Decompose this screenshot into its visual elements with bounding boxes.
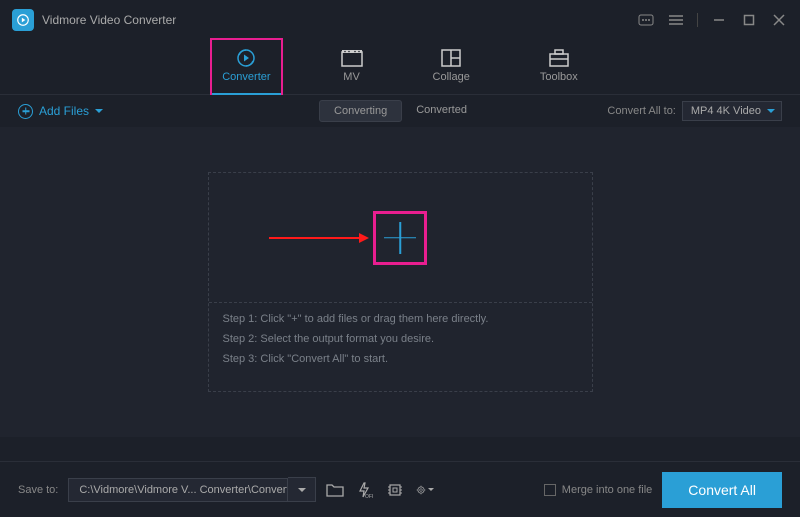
settings-button[interactable] bbox=[416, 481, 434, 499]
tab-label: MV bbox=[343, 71, 360, 83]
open-folder-button[interactable] bbox=[326, 481, 344, 499]
hardware-accel-button[interactable]: OFF bbox=[356, 481, 374, 499]
output-format-select[interactable]: MP4 4K Video bbox=[682, 101, 782, 121]
toolbar: Add Files Converting Converted Convert A… bbox=[0, 95, 800, 127]
sub-tabs: Converting Converted bbox=[319, 100, 481, 122]
mv-icon bbox=[341, 49, 363, 67]
format-value: MP4 4K Video bbox=[691, 105, 761, 117]
main-tabs: Converter MV Collage Toolbox bbox=[0, 40, 800, 95]
toolbox-icon bbox=[548, 49, 570, 67]
step-1-text: Step 1: Click "+" to add files or drag t… bbox=[223, 313, 578, 325]
add-file-plus-button[interactable] bbox=[373, 211, 427, 265]
chevron-down-icon bbox=[95, 109, 103, 113]
convert-all-to-label: Convert All to: bbox=[607, 105, 675, 117]
save-path-text: C:\Vidmore\Vidmore V... Converter\Conver… bbox=[68, 478, 288, 502]
plus-circle-icon bbox=[18, 104, 33, 119]
step-2-text: Step 2: Select the output format you des… bbox=[223, 333, 578, 345]
merge-checkbox[interactable]: Merge into one file bbox=[544, 484, 653, 496]
drop-zone[interactable]: Step 1: Click "+" to add files or drag t… bbox=[208, 172, 593, 392]
tab-label: Converter bbox=[222, 71, 270, 83]
svg-text:OFF: OFF bbox=[365, 494, 373, 498]
tab-converter[interactable]: Converter bbox=[212, 40, 280, 95]
tab-label: Collage bbox=[433, 71, 470, 83]
menu-icon[interactable] bbox=[667, 11, 685, 29]
maximize-button[interactable] bbox=[740, 11, 758, 29]
tab-label: Toolbox bbox=[540, 71, 578, 83]
app-logo bbox=[12, 9, 34, 31]
title-bar: Vidmore Video Converter bbox=[0, 0, 800, 40]
close-button[interactable] bbox=[770, 11, 788, 29]
main-area: Step 1: Click "+" to add files or drag t… bbox=[0, 127, 800, 437]
subtab-converted[interactable]: Converted bbox=[402, 100, 481, 122]
feedback-icon[interactable] bbox=[637, 11, 655, 29]
minimize-button[interactable] bbox=[710, 11, 728, 29]
add-files-button[interactable]: Add Files bbox=[18, 104, 103, 119]
footer: Save to: C:\Vidmore\Vidmore V... Convert… bbox=[0, 461, 800, 517]
gpu-button[interactable] bbox=[386, 481, 404, 499]
tab-collage[interactable]: Collage bbox=[423, 40, 480, 95]
convert-all-button[interactable]: Convert All bbox=[662, 472, 782, 508]
chevron-down-icon bbox=[767, 109, 775, 113]
tab-toolbox[interactable]: Toolbox bbox=[530, 40, 588, 95]
subtab-converting[interactable]: Converting bbox=[319, 100, 402, 122]
save-path-select[interactable]: C:\Vidmore\Vidmore V... Converter\Conver… bbox=[68, 477, 316, 502]
merge-label: Merge into one file bbox=[562, 484, 653, 496]
step-3-text: Step 3: Click "Convert All" to start. bbox=[223, 353, 578, 365]
drop-zone-top bbox=[209, 173, 592, 303]
plus-icon bbox=[384, 222, 416, 254]
annotation-arrow bbox=[269, 233, 369, 243]
add-files-label: Add Files bbox=[39, 104, 89, 118]
instructions: Step 1: Click "+" to add files or drag t… bbox=[209, 303, 592, 391]
chevron-down-icon[interactable] bbox=[288, 477, 316, 502]
save-to-label: Save to: bbox=[18, 484, 58, 496]
tab-mv[interactable]: MV bbox=[331, 40, 373, 95]
app-title: Vidmore Video Converter bbox=[42, 13, 637, 27]
collage-icon bbox=[440, 49, 462, 67]
checkbox-icon bbox=[544, 484, 556, 496]
converter-icon bbox=[235, 49, 257, 67]
